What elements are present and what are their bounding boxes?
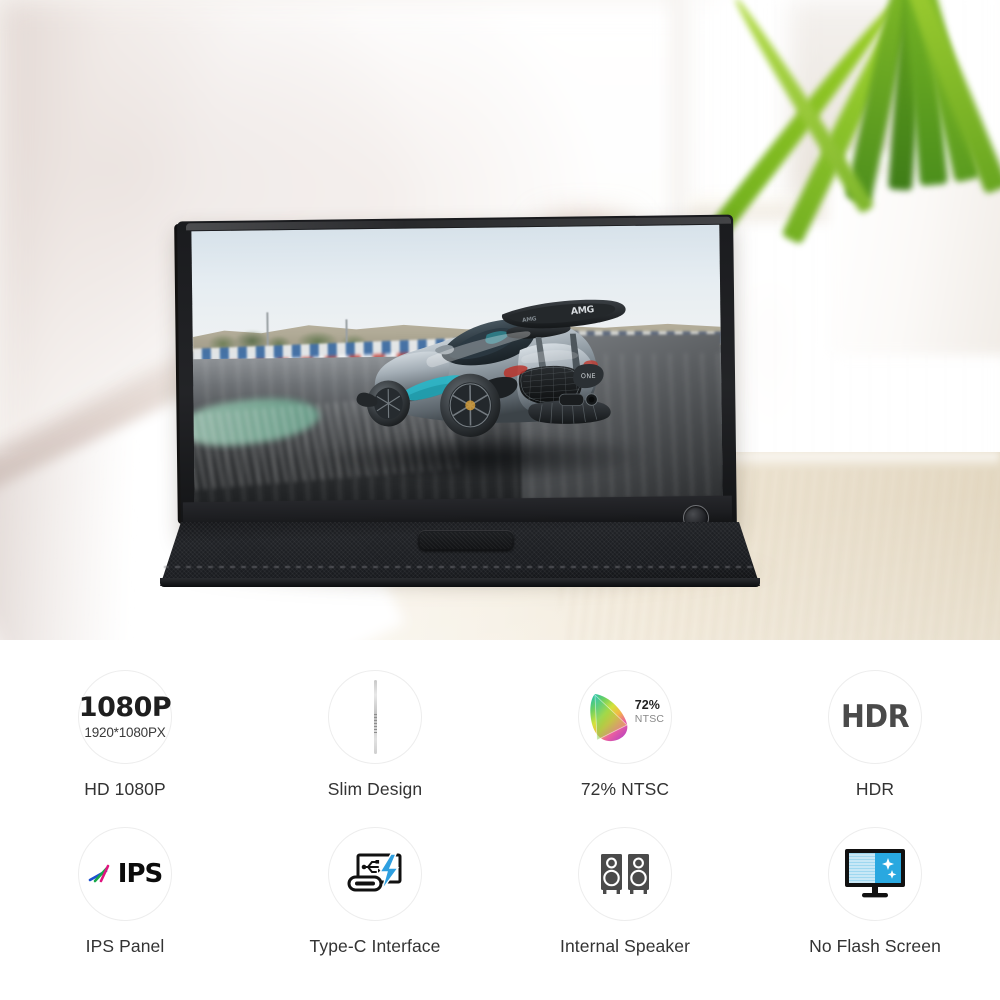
feature-no-flash-screen[interactable]: No Flash Screen <box>750 827 1000 957</box>
ips-icon: IPS <box>78 827 172 921</box>
resolution-1080p-icon: 1080P 1920*1080PX <box>78 670 172 764</box>
speaker-pair-glyph <box>601 854 649 894</box>
feature-slim-design[interactable]: Slim Design <box>250 670 500 800</box>
hdr-icon: HDR <box>828 670 922 764</box>
ips-badge-text: IPS <box>117 859 163 889</box>
car-wing-amg-text: AMG <box>570 304 594 317</box>
color-gamut-icon: 72% NTSC <box>578 670 672 764</box>
screen-supercar: AMG AMG ONE <box>356 300 626 438</box>
car-exhaust-rect <box>558 394 584 407</box>
feature-internal-speaker[interactable]: Internal Speaker <box>500 827 750 957</box>
feature-label: IPS Panel <box>85 936 165 956</box>
folio-front-edge <box>160 578 760 587</box>
ntsc-percent: 72% <box>634 698 660 713</box>
feature-label: Type-C Interface <box>309 936 441 956</box>
folio-stitching <box>164 566 756 568</box>
feature-ips-panel[interactable]: IPS IPS Panel <box>0 827 250 957</box>
feature-label: 72% NTSC <box>580 779 670 799</box>
slim-profile-icon <box>328 670 422 764</box>
slim-profile-line <box>373 680 377 754</box>
feature-label: HDR <box>855 779 895 799</box>
feature-label: HD 1080P <box>84 779 166 799</box>
car-one-badge: ONE <box>581 372 596 380</box>
feature-label: No Flash Screen <box>809 936 941 956</box>
feature-label: Slim Design <box>327 779 423 799</box>
feature-row-2: IPS IPS Panel Type-C Interface Internal … <box>0 800 1000 957</box>
ntsc-label: NTSC <box>634 712 665 725</box>
monitor-sparkle-glyph <box>845 849 905 898</box>
feature-label: Internal Speaker <box>559 936 690 956</box>
resolution-badge-sub: 1920*1080PX <box>84 725 166 740</box>
portable-monitor: AMG AMG ONE <box>0 0 1000 640</box>
product-hero-photo: AMG AMG ONE <box>0 0 1000 640</box>
usb-c-glyph <box>347 853 402 892</box>
ips-rays-icon <box>88 864 110 883</box>
cie-gamut-shape <box>590 694 628 742</box>
feature-72-ntsc[interactable]: 72% NTSC 72% NTSC <box>500 670 750 800</box>
feature-type-c-interface[interactable]: Type-C Interface <box>250 827 500 957</box>
feature-hdr[interactable]: HDR HDR <box>750 670 1000 800</box>
hdr-badge-text: HDR <box>840 699 910 735</box>
feature-grid: 1080P 1920*1080PX HD 1080P Slim Design 7… <box>0 640 1000 1000</box>
folio-magnetic-tab <box>418 530 514 551</box>
usb-type-c-icon <box>328 827 422 921</box>
feature-hd-1080p[interactable]: 1080P 1920*1080PX HD 1080P <box>0 670 250 800</box>
resolution-badge-main: 1080P <box>78 692 172 723</box>
speakers-icon <box>578 827 672 921</box>
monitor-screen: AMG AMG ONE <box>191 224 723 504</box>
feature-row-1: 1080P 1920*1080PX HD 1080P Slim Design 7… <box>0 640 1000 800</box>
flicker-free-monitor-icon <box>828 827 922 921</box>
